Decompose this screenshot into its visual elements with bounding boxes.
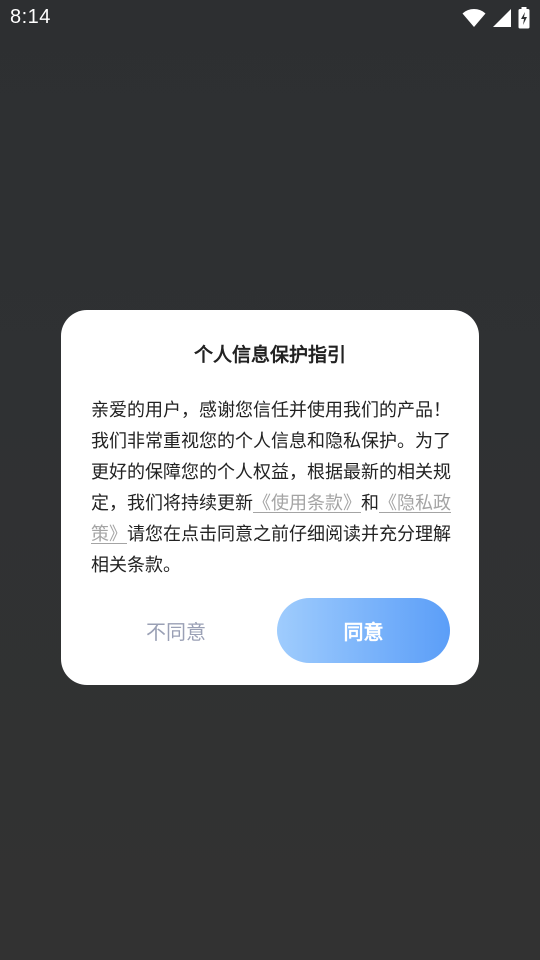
body-text-2: 和 <box>361 493 379 514</box>
agree-button[interactable]: 同意 <box>277 598 450 663</box>
status-icons <box>462 7 530 29</box>
body-text-3: 请您在点击同意之前仔细阅读并充分理解相关条款。 <box>91 524 451 576</box>
signal-icon <box>492 8 512 28</box>
battery-charging-icon <box>518 7 530 29</box>
privacy-dialog: 个人信息保护指引 亲爱的用户，感谢您信任并使用我们的产品！我们非常重视您的个人信… <box>61 310 479 685</box>
terms-link[interactable]: 《使用条款》 <box>253 493 361 514</box>
status-time: 8:14 <box>10 6 51 28</box>
dialog-body: 亲爱的用户，感谢您信任并使用我们的产品！我们非常重视您的个人信息和隐私保护。为了… <box>91 395 451 581</box>
disagree-button[interactable]: 不同意 <box>91 598 261 663</box>
dialog-title: 个人信息保护指引 <box>193 344 346 366</box>
wifi-icon <box>462 8 486 28</box>
status-bar: 8:14 <box>0 0 540 38</box>
